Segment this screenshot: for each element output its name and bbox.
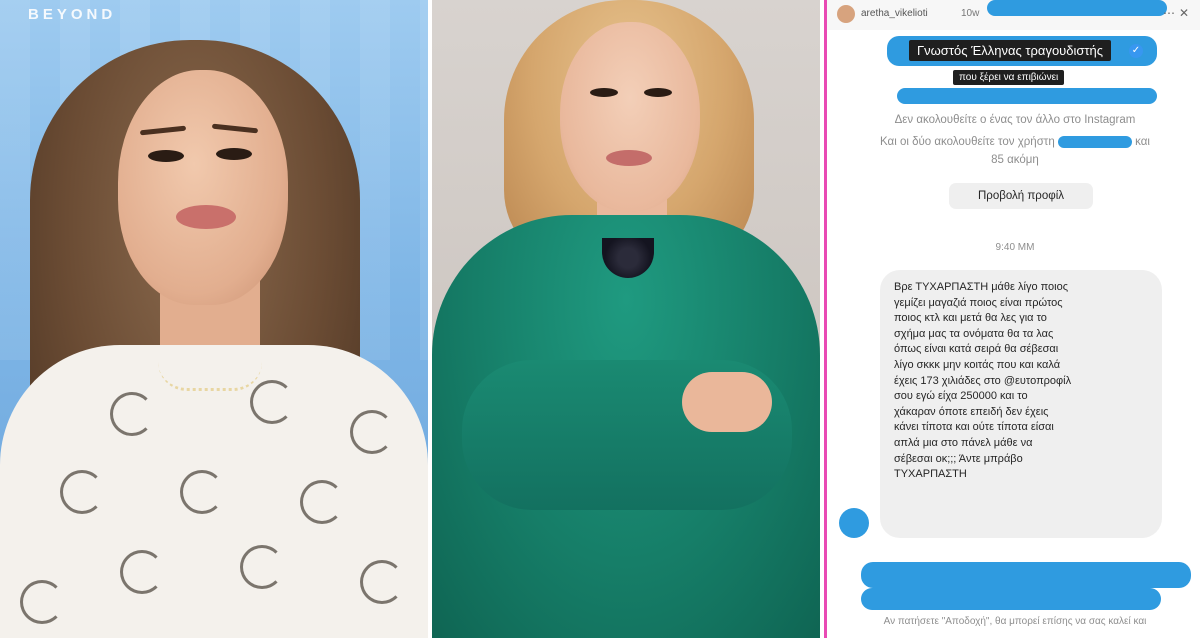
dm-header: aretha_vikelioti 10w ⋯✕	[827, 0, 1200, 30]
message-line: έχεις 173 χιλιάδες στο @ευτοπροφίλ	[894, 374, 1072, 387]
caption-overlay-sub: που ξέρει να επιβιώνει	[953, 70, 1065, 85]
more-icon[interactable]: ⋯	[1163, 6, 1179, 20]
message-line: σχήμα μας τα ονόματα θα τα λας	[894, 327, 1054, 340]
message-line: σέβεσαι οκ;;; Άντε μπράβο	[894, 452, 1023, 465]
mutual-followers-text: Και οι δύο ακολουθείτε τον χρήστη και	[880, 136, 1150, 149]
blouse-pattern	[300, 480, 344, 524]
message-line: ποιος κτλ και μετά θα λες για το	[894, 312, 1047, 325]
singer-eye-right	[644, 88, 672, 97]
verified-icon: ✓	[1129, 44, 1143, 58]
message-bubble: Βρε ΤΥΧΑΡΠΑΣΤΗ μάθε λίγο ποιος γεμίζει μ…	[880, 270, 1162, 538]
redaction-mark	[1057, 136, 1132, 148]
view-profile-button[interactable]: Προβολή προφίλ	[949, 183, 1093, 209]
message-line: σου εγώ είχα 250000 και το	[894, 390, 1028, 403]
message-line: χάκαραν όποτε επειδή δεν έχεις	[894, 405, 1049, 418]
message-line: απλά μια στο πάνελ μάθε να	[894, 436, 1033, 449]
presenter-eye-left	[148, 150, 184, 162]
presenter-face	[118, 70, 288, 305]
portrait-photo-panel	[432, 0, 820, 638]
presenter-necklace	[158, 362, 262, 391]
avatar[interactable]	[837, 5, 855, 23]
redaction-mark	[861, 588, 1161, 610]
sender-avatar-redacted	[839, 508, 869, 538]
presenter-lips	[176, 205, 236, 229]
message-line: Βρε ΤΥΧΑΡΠΑΣΤΗ μάθε λίγο ποιος	[894, 281, 1069, 293]
singer-lips	[606, 150, 652, 166]
blouse-pattern	[360, 560, 404, 604]
singer-hands	[682, 372, 772, 432]
dm-username[interactable]: aretha_vikelioti	[861, 8, 928, 19]
blouse-pattern	[20, 580, 64, 624]
message-line: κάνει τίποτα και ούτε τίποτα είσαι	[894, 421, 1054, 434]
blouse-pattern	[180, 470, 224, 514]
caption-overlay: Γνωστός Έλληνας τραγουδιστής	[909, 40, 1112, 61]
dm-time: 10w	[961, 8, 980, 19]
message-line: λίγο σκκκ μην κοιτάς που και καλά	[894, 358, 1061, 371]
request-footer-text: Αν πατήσετε "Αποδοχή", θα μπορεί επίσης …	[883, 616, 1147, 627]
mutual-followers-more: 85 ακόμη	[991, 154, 1039, 166]
message-line: ΤΥΧΑΡΠΑΣΤΗ	[894, 468, 967, 481]
redaction-mark	[987, 0, 1167, 16]
redaction-mark	[897, 88, 1157, 104]
close-icon[interactable]: ✕	[1179, 6, 1193, 20]
not-following-text: Δεν ακολουθείτε ο ένας τον άλλο στο Inst…	[894, 114, 1136, 126]
blouse-pattern	[250, 380, 294, 424]
singer-eye-left	[590, 88, 618, 97]
instagram-dm-panel: aretha_vikelioti 10w ⋯✕ Γνωστός Έλληνας …	[824, 0, 1200, 638]
presenter-eye-right	[216, 148, 252, 160]
message-line: όπως είναι κατά σειρά θα σέβεσαι	[894, 343, 1059, 356]
blouse-pattern	[120, 550, 164, 594]
blouse-pattern	[110, 392, 154, 436]
redaction-mark	[861, 562, 1191, 588]
message-line: γεμίζει μαγαζιά ποιος είναι πρώτος	[894, 296, 1063, 309]
blouse-pattern	[240, 545, 284, 589]
blouse-pattern	[350, 410, 394, 454]
blouse-pattern	[60, 470, 104, 514]
channel-logo: BEYOND	[28, 6, 117, 23]
presenter-video-panel: BEYOND	[0, 0, 428, 638]
message-timestamp: 9:40 ΜΜ	[995, 242, 1035, 253]
singer-face	[560, 22, 700, 212]
